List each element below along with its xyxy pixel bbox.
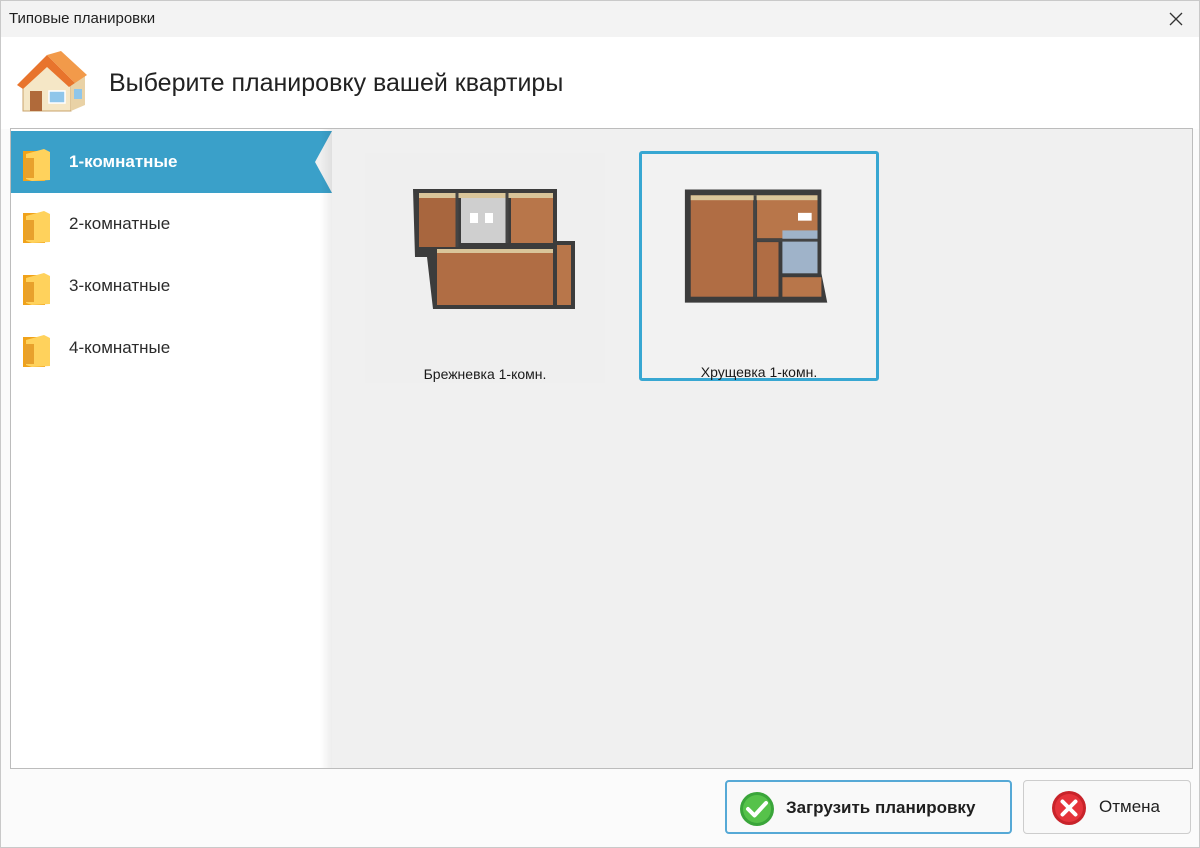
close-button[interactable] bbox=[1153, 1, 1199, 37]
red-cancel-icon bbox=[1052, 791, 1086, 825]
window-title: Типовые планировки bbox=[9, 10, 156, 27]
folder-icon bbox=[23, 211, 50, 243]
floor-plan-thumbnail bbox=[684, 189, 828, 303]
folder-icon bbox=[23, 335, 50, 367]
main-panels: 1-комнатные 2-комнатные 3-комнатные 4-ко… bbox=[10, 128, 1193, 769]
layout-tile-khrushchevka[interactable]: Хрущевка 1-комн. bbox=[639, 151, 879, 381]
folder-icon bbox=[23, 149, 50, 181]
cancel-label: Отмена bbox=[1099, 797, 1160, 816]
cancel-button[interactable]: Отмена bbox=[1023, 780, 1191, 834]
load-layout-label: Загрузить планировку bbox=[786, 798, 976, 817]
title-bar: Типовые планировки bbox=[1, 1, 1199, 37]
folder-icon bbox=[23, 273, 50, 305]
sidebar-item-4-room[interactable]: 4-комнатные bbox=[11, 317, 332, 379]
house-icon bbox=[17, 51, 87, 112]
sidebar-item-2-room[interactable]: 2-комнатные bbox=[11, 193, 332, 255]
load-layout-button[interactable]: Загрузить планировку bbox=[725, 780, 1012, 834]
sidebar-item-label: 3-комнатные bbox=[69, 276, 171, 295]
dialog-window: Типовые планировки Выберите планировку в… bbox=[0, 0, 1200, 848]
close-icon bbox=[1169, 12, 1183, 26]
layout-caption: Брежневка 1-комн. bbox=[423, 366, 547, 382]
sidebar-item-1-room[interactable]: 1-комнатные bbox=[11, 131, 332, 193]
green-check-icon bbox=[740, 792, 774, 826]
layout-tile-brezhnevka[interactable]: Брежневка 1-комн. bbox=[365, 153, 605, 383]
floor-plan-thumbnail bbox=[413, 189, 575, 309]
header-title: Выберите планировку вашей квартиры bbox=[109, 69, 564, 97]
sidebar-item-label: 1-комнатные bbox=[69, 152, 178, 171]
header-banner: Выберите планировку вашей квартиры bbox=[1, 37, 1199, 129]
layout-caption: Хрущевка 1-комн. bbox=[700, 364, 818, 380]
layout-gallery: Брежневка 1-комн. Хрущевка 1-комн. bbox=[332, 129, 1192, 768]
sidebar-shadow bbox=[320, 129, 332, 768]
category-sidebar: 1-комнатные 2-комнатные 3-комнатные 4-ко… bbox=[11, 129, 332, 768]
sidebar-item-label: 4-комнатные bbox=[69, 338, 171, 357]
sidebar-item-label: 2-комнатные bbox=[69, 214, 171, 233]
sidebar-item-3-room[interactable]: 3-комнатные bbox=[11, 255, 332, 317]
